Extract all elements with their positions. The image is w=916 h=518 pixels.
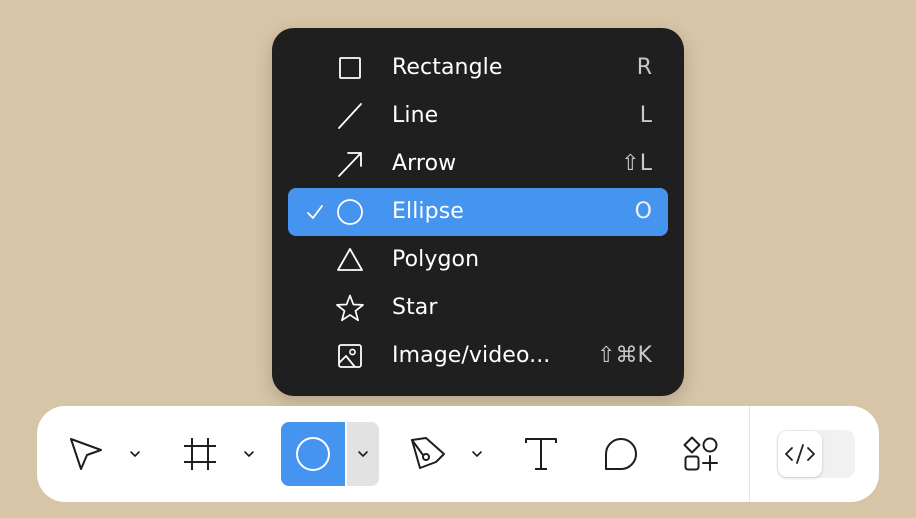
star-icon (336, 294, 364, 322)
text-tool-button[interactable] (509, 422, 573, 486)
frame-icon (184, 438, 216, 470)
polygon-icon (337, 248, 363, 271)
menu-item-line[interactable]: Line L (288, 92, 668, 140)
chevron-down-icon (130, 451, 140, 457)
menu-item-shortcut: ⇧L (621, 151, 652, 176)
dev-mode-toggle-knob (778, 431, 822, 477)
line-icon (338, 103, 362, 129)
menu-item-label: Ellipse (392, 199, 464, 224)
frame-tool-menu-button[interactable] (234, 422, 264, 486)
menu-item-label: Image/video... (392, 343, 551, 368)
menu-item-arrow[interactable]: Arrow ⇧L (288, 140, 668, 188)
chevron-down-icon (244, 451, 254, 457)
arrow-icon (338, 152, 362, 177)
menu-item-shortcut: R (636, 55, 652, 80)
shape-tools-menu: Rectangle R Line L Arrow ⇧L Ellipse O Po… (272, 28, 684, 396)
menu-item-label: Star (392, 295, 438, 320)
image-icon (338, 344, 362, 368)
resources-icon (683, 436, 718, 471)
bottom-toolbar (37, 406, 879, 502)
ellipse-icon (296, 437, 330, 471)
shape-tool-button[interactable] (281, 422, 345, 486)
frame-tool-button[interactable] (168, 422, 232, 486)
code-icon (785, 444, 815, 464)
menu-item-polygon[interactable]: Polygon (288, 236, 668, 284)
checkmark-icon (307, 205, 323, 219)
menu-item-rectangle[interactable]: Rectangle R (288, 44, 668, 92)
menu-item-shortcut: L (639, 103, 652, 128)
move-tool-menu-button[interactable] (120, 422, 150, 486)
pen-icon (411, 437, 445, 469)
move-tool-button[interactable] (54, 422, 118, 486)
rectangle-icon (339, 57, 361, 79)
chevron-down-icon (472, 451, 482, 457)
menu-item-label: Arrow (392, 151, 457, 176)
ellipse-icon (337, 199, 363, 225)
menu-item-ellipse[interactable]: Ellipse O (288, 188, 668, 236)
dev-mode-toggle[interactable] (777, 430, 855, 478)
shape-tool-menu-button[interactable] (347, 422, 379, 486)
cursor-icon (70, 438, 102, 470)
menu-item-label: Polygon (392, 247, 480, 272)
menu-item-image-video[interactable]: Image/video... ⇧⌘K (288, 332, 668, 380)
menu-item-label: Line (392, 103, 439, 128)
menu-item-star[interactable]: Star (288, 284, 668, 332)
chevron-down-icon (358, 451, 368, 457)
comment-tool-button[interactable] (589, 422, 653, 486)
menu-item-shortcut: ⇧⌘K (597, 343, 652, 368)
menu-item-shortcut: O (634, 199, 652, 224)
menu-item-label: Rectangle (392, 55, 503, 80)
text-icon (525, 438, 557, 470)
resources-tool-button[interactable] (669, 422, 733, 486)
pen-tool-menu-button[interactable] (462, 422, 492, 486)
toolbar-divider (749, 406, 750, 502)
comment-icon (605, 438, 637, 470)
pen-tool-button[interactable] (396, 422, 460, 486)
